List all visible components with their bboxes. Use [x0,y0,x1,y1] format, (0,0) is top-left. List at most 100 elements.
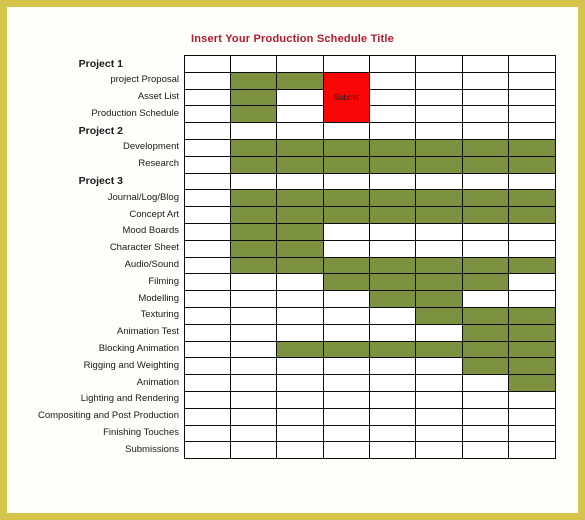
empty-cell[interactable] [276,357,324,376]
task-bar-cell[interactable] [369,340,417,359]
empty-cell[interactable] [415,105,463,124]
empty-cell[interactable] [369,122,417,140]
empty-cell[interactable] [508,105,556,124]
empty-cell[interactable] [322,390,371,409]
empty-cell[interactable] [369,323,417,342]
task-bar-cell[interactable] [461,138,510,157]
empty-cell[interactable] [183,189,231,208]
empty-cell[interactable] [415,407,463,426]
empty-cell[interactable] [183,239,231,258]
empty-cell[interactable] [229,323,278,342]
task-bar-cell[interactable] [276,340,324,359]
empty-cell[interactable] [322,290,371,308]
empty-cell[interactable] [183,155,231,174]
empty-cell[interactable] [183,122,231,140]
task-bar-cell[interactable] [461,357,510,376]
task-bar-cell[interactable] [276,239,324,258]
empty-cell[interactable] [276,390,324,409]
task-bar-cell[interactable] [229,105,278,124]
empty-cell[interactable] [508,407,556,426]
task-bar-cell[interactable] [508,256,556,275]
empty-cell[interactable] [183,256,231,275]
task-bar-cell[interactable] [229,222,278,241]
task-bar-cell[interactable] [415,138,463,157]
task-bar-cell[interactable] [229,206,278,224]
task-bar-cell[interactable] [229,189,278,208]
empty-cell[interactable] [276,374,324,392]
empty-cell[interactable] [508,290,556,308]
empty-cell[interactable] [415,323,463,342]
task-bar-cell[interactable] [461,273,510,292]
task-bar-cell[interactable] [415,340,463,359]
task-bar-cell[interactable] [508,155,556,174]
task-bar-cell[interactable] [508,306,556,325]
empty-cell[interactable] [229,390,278,409]
task-bar-cell[interactable] [461,155,510,174]
empty-cell[interactable] [183,206,231,224]
empty-cell[interactable] [322,357,371,376]
empty-cell[interactable] [461,407,510,426]
task-bar-cell[interactable] [415,189,463,208]
empty-cell[interactable] [415,88,463,107]
task-bar-cell[interactable] [276,189,324,208]
empty-cell[interactable] [461,239,510,258]
empty-cell[interactable] [183,105,231,124]
empty-cell[interactable] [508,88,556,107]
empty-cell[interactable] [369,374,417,392]
empty-cell[interactable] [183,390,231,409]
task-bar-cell[interactable] [322,340,371,359]
empty-cell[interactable] [508,172,556,191]
empty-cell[interactable] [461,222,510,241]
empty-cell[interactable] [183,273,231,292]
empty-cell[interactable] [508,222,556,241]
empty-cell[interactable] [369,172,417,191]
empty-cell[interactable] [276,407,324,426]
task-bar-cell[interactable] [415,155,463,174]
task-bar-cell[interactable] [276,222,324,241]
empty-cell[interactable] [369,88,417,107]
empty-cell[interactable] [229,340,278,359]
task-bar-cell[interactable] [276,155,324,174]
empty-cell[interactable] [229,273,278,292]
empty-cell[interactable] [322,323,371,342]
empty-cell[interactable] [183,88,231,107]
task-bar-cell[interactable] [369,189,417,208]
empty-cell[interactable] [276,55,324,73]
empty-cell[interactable] [229,441,278,460]
empty-cell[interactable] [369,424,417,443]
task-bar-cell[interactable] [461,206,510,224]
empty-cell[interactable] [369,71,417,90]
empty-cell[interactable] [322,239,371,258]
empty-cell[interactable] [415,374,463,392]
task-bar-cell[interactable] [508,323,556,342]
empty-cell[interactable] [461,290,510,308]
empty-cell[interactable] [183,441,231,460]
empty-cell[interactable] [508,441,556,460]
empty-cell[interactable] [276,323,324,342]
task-bar-cell[interactable] [415,206,463,224]
empty-cell[interactable] [508,273,556,292]
empty-cell[interactable] [415,357,463,376]
empty-cell[interactable] [322,407,371,426]
empty-cell[interactable] [183,323,231,342]
empty-cell[interactable] [461,390,510,409]
empty-cell[interactable] [415,55,463,73]
task-bar-cell[interactable] [415,306,463,325]
empty-cell[interactable] [276,105,324,124]
empty-cell[interactable] [508,122,556,140]
empty-cell[interactable] [508,71,556,90]
task-bar-cell[interactable] [229,155,278,174]
empty-cell[interactable] [415,441,463,460]
empty-cell[interactable] [322,222,371,241]
empty-cell[interactable] [461,55,510,73]
empty-cell[interactable] [276,424,324,443]
empty-cell[interactable] [415,71,463,90]
empty-cell[interactable] [461,122,510,140]
milestone-cell[interactable]: Submit [322,88,371,107]
empty-cell[interactable] [229,306,278,325]
empty-cell[interactable] [276,88,324,107]
task-bar-cell[interactable] [461,340,510,359]
task-bar-cell[interactable] [276,256,324,275]
task-bar-cell[interactable] [508,189,556,208]
empty-cell[interactable] [229,55,278,73]
